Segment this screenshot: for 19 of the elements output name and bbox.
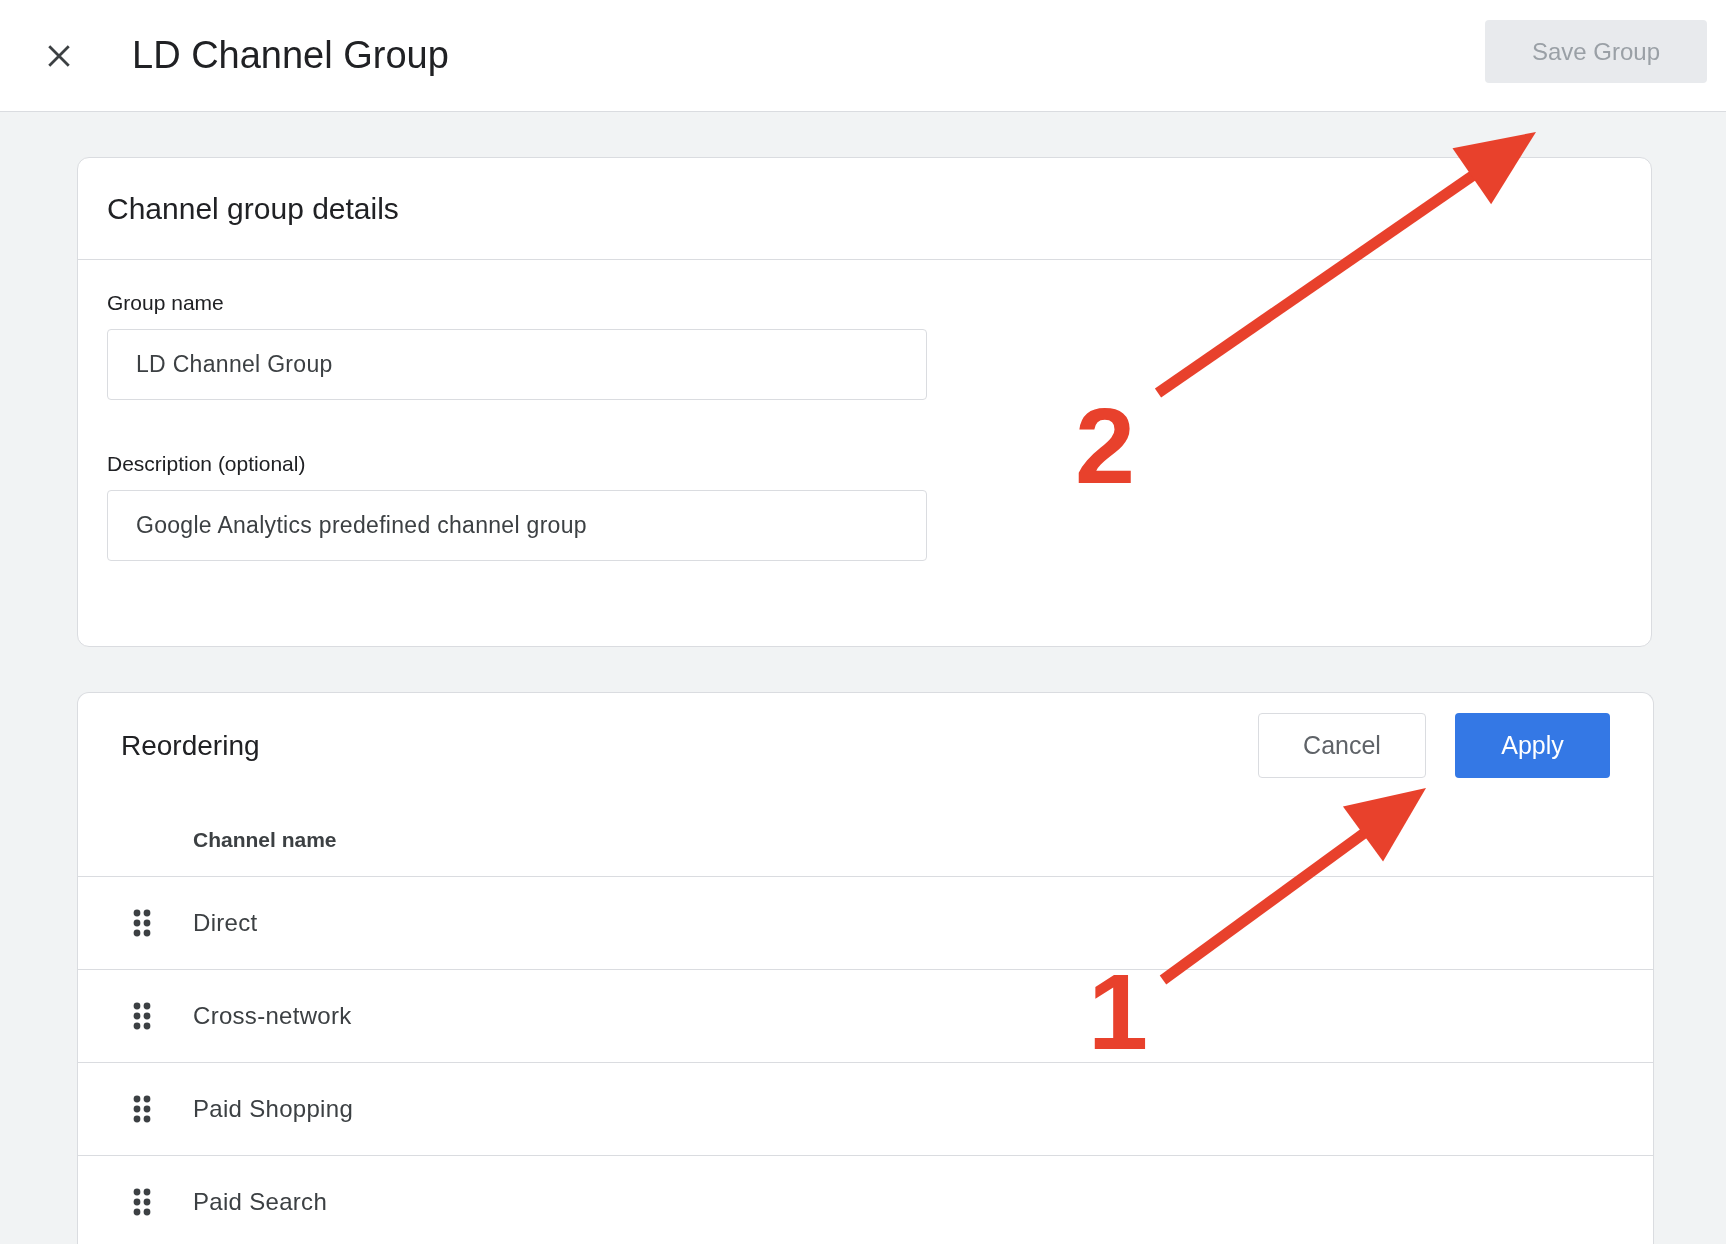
field-label: Group name [107, 291, 225, 315]
annotation-number: 2 [1075, 392, 1136, 500]
drag-handle-icon[interactable] [133, 909, 151, 937]
channel-name: Cross-network [193, 1002, 352, 1030]
drag-handle-icon[interactable] [133, 1188, 151, 1216]
input-field[interactable]: LD Channel Group [107, 329, 927, 400]
channel-name: Paid Shopping [193, 1095, 354, 1123]
card-title: Reordering [121, 729, 260, 762]
field-label: Description (optional) [107, 452, 307, 476]
drag-handle-icon[interactable] [133, 1095, 151, 1123]
page-title: LD Channel Group [132, 34, 450, 77]
input-field[interactable]: Google Analytics predefined channel group [107, 490, 927, 561]
cancel-button[interactable]: Cancel [1258, 713, 1426, 778]
drag-handle-icon[interactable] [133, 1002, 151, 1030]
apply-button[interactable]: Apply [1455, 713, 1610, 778]
channel-name: Direct [193, 909, 258, 937]
card-title: Channel group details [107, 191, 399, 226]
annotation-number: 1 [1088, 958, 1149, 1066]
channel-name: Paid Search [193, 1188, 328, 1216]
